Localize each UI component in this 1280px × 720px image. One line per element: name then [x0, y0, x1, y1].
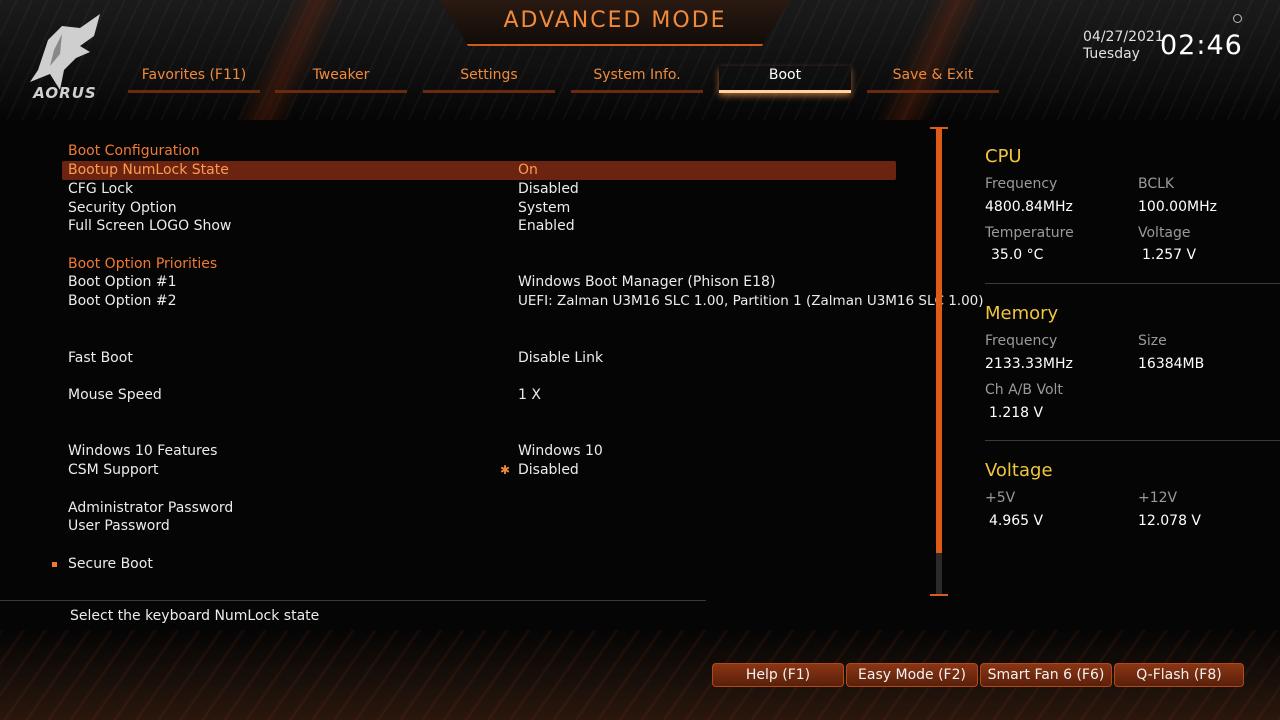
brand-logo-text: AORUS: [33, 84, 97, 102]
memory-frequency-value: 2133.33MHz: [985, 356, 1073, 372]
setting-label: Administrator Password: [68, 500, 234, 516]
memory-title: Memory: [985, 303, 1059, 324]
setting-label: Boot Option #2: [68, 293, 177, 309]
setting-label: Windows 10 Features: [68, 443, 218, 459]
setting-value[interactable]: Enabled: [518, 217, 575, 236]
setting-label: Security Option: [68, 200, 177, 216]
setting-value[interactable]: Disabled: [518, 461, 579, 480]
memory-frequency-label: Frequency: [985, 333, 1058, 349]
date-text: 04/27/2021: [1083, 29, 1164, 45]
cpu-bclk-value: 100.00MHz: [1138, 199, 1217, 215]
setting-boot-option-2[interactable]: Boot Option #2 UEFI: Zalman U3M16 SLC 1.…: [62, 292, 984, 311]
cpu-voltage-label: Voltage: [1138, 225, 1191, 241]
section-boot-configuration: Boot Configuration: [62, 142, 896, 161]
easy-mode-button[interactable]: Easy Mode (F2): [846, 663, 978, 687]
setting-value[interactable]: System: [518, 199, 570, 218]
tab-tweaker[interactable]: Tweaker: [275, 66, 407, 93]
smart-fan-button[interactable]: Smart Fan 6 (F6): [980, 663, 1112, 687]
help-divider: [0, 600, 706, 601]
memory-size-label: Size: [1138, 333, 1167, 349]
setting-user-password[interactable]: User Password: [62, 517, 896, 536]
cpu-voltage-value: 1.257 V: [1142, 247, 1197, 263]
tab-settings[interactable]: Settings: [423, 66, 555, 93]
scrollbar-cap: [930, 594, 948, 596]
scrollbar-thumb[interactable]: [936, 128, 942, 553]
q-flash-button[interactable]: Q-Flash (F8): [1114, 663, 1244, 687]
boot-settings-list: Boot Configuration Bootup NumLock State …: [0, 140, 984, 595]
submenu-secure-boot[interactable]: Secure Boot: [52, 555, 896, 574]
clock-display: 02:46: [1160, 30, 1243, 61]
setting-cfg-lock[interactable]: CFG Lock Disabled: [62, 180, 896, 199]
weekday-text: Tuesday: [1083, 46, 1140, 62]
header-decoration: [180, 0, 400, 120]
setting-label: User Password: [68, 518, 170, 534]
section-title: Boot Configuration: [68, 143, 200, 159]
panel-divider: [985, 440, 1280, 441]
setting-value[interactable]: 1 X: [518, 386, 541, 405]
section-boot-option-priorities: Boot Option Priorities: [62, 255, 896, 274]
setting-mouse-speed[interactable]: Mouse Speed 1 X: [62, 386, 896, 405]
memory-size-value: 16384MB: [1138, 356, 1205, 372]
setting-value[interactable]: Disabled: [518, 180, 579, 199]
page-title: ADVANCED MODE: [503, 8, 727, 33]
cpu-title: CPU: [985, 146, 1022, 167]
cpu-bclk-label: BCLK: [1138, 176, 1175, 192]
header-decoration: [820, 0, 1040, 120]
memory-ch-volt-label: Ch A/B Volt: [985, 382, 1063, 398]
tab-save-exit[interactable]: Save & Exit: [867, 66, 999, 93]
voltage-12v-value: 12.078 V: [1138, 513, 1202, 529]
setting-label: CFG Lock: [68, 181, 134, 197]
scrollbar-cap: [930, 127, 948, 129]
setting-value[interactable]: Disable Link: [518, 349, 603, 368]
panel-divider: [985, 283, 1280, 284]
setting-csm-support[interactable]: CSM Support ✱ Disabled: [62, 461, 896, 480]
setting-label: Bootup NumLock State: [68, 162, 229, 178]
help-description: Select the keyboard NumLock state: [70, 608, 320, 624]
setting-value[interactable]: UEFI: Zalman U3M16 SLC 1.00, Partition 1…: [518, 292, 984, 311]
tab-system-info[interactable]: System Info.: [571, 66, 703, 93]
cpu-frequency-label: Frequency: [985, 176, 1058, 192]
setting-administrator-password[interactable]: Administrator Password: [62, 499, 896, 518]
setting-security-option[interactable]: Security Option System: [62, 199, 896, 218]
voltage-title: Voltage: [985, 460, 1053, 481]
setting-bootup-numlock-state[interactable]: Bootup NumLock State On: [62, 161, 896, 180]
tab-boot[interactable]: Boot: [719, 66, 851, 93]
setting-label: Mouse Speed: [68, 387, 162, 403]
setting-boot-option-1[interactable]: Boot Option #1 Windows Boot Manager (Phi…: [62, 273, 896, 292]
clock-indicator-icon: [1233, 14, 1242, 23]
cpu-temperature-label: Temperature: [985, 225, 1074, 241]
date-display: 04/27/2021 Tuesday: [1083, 29, 1164, 63]
tab-favorites[interactable]: Favorites (F11): [128, 66, 260, 93]
setting-windows-10-features[interactable]: Windows 10 Features Windows 10: [62, 442, 896, 461]
section-title: Boot Option Priorities: [68, 256, 218, 272]
voltage-12v-label: +12V: [1138, 490, 1178, 506]
memory-ch-volt-value: 1.218 V: [989, 405, 1044, 421]
help-button[interactable]: Help (F1): [712, 663, 844, 687]
setting-label: Full Screen LOGO Show: [68, 218, 232, 234]
star-icon: ✱: [500, 463, 511, 477]
setting-label: CSM Support: [68, 462, 159, 478]
setting-value[interactable]: Windows 10: [518, 442, 603, 461]
submenu-bullet-icon: [52, 562, 57, 567]
voltage-5v-value: 4.965 V: [989, 513, 1044, 529]
setting-full-screen-logo-show[interactable]: Full Screen LOGO Show Enabled: [62, 217, 896, 236]
cpu-frequency-value: 4800.84MHz: [985, 199, 1073, 215]
setting-label: Fast Boot: [68, 350, 133, 366]
setting-value[interactable]: Windows Boot Manager (Phison E18): [518, 273, 775, 292]
setting-label: Secure Boot: [68, 556, 153, 572]
setting-fast-boot[interactable]: Fast Boot Disable Link: [62, 349, 896, 368]
voltage-5v-label: +5V: [985, 490, 1016, 506]
setting-label: Boot Option #1: [68, 274, 177, 290]
cpu-temperature-value: 35.0 °C: [991, 247, 1044, 263]
setting-value[interactable]: On: [518, 161, 538, 180]
